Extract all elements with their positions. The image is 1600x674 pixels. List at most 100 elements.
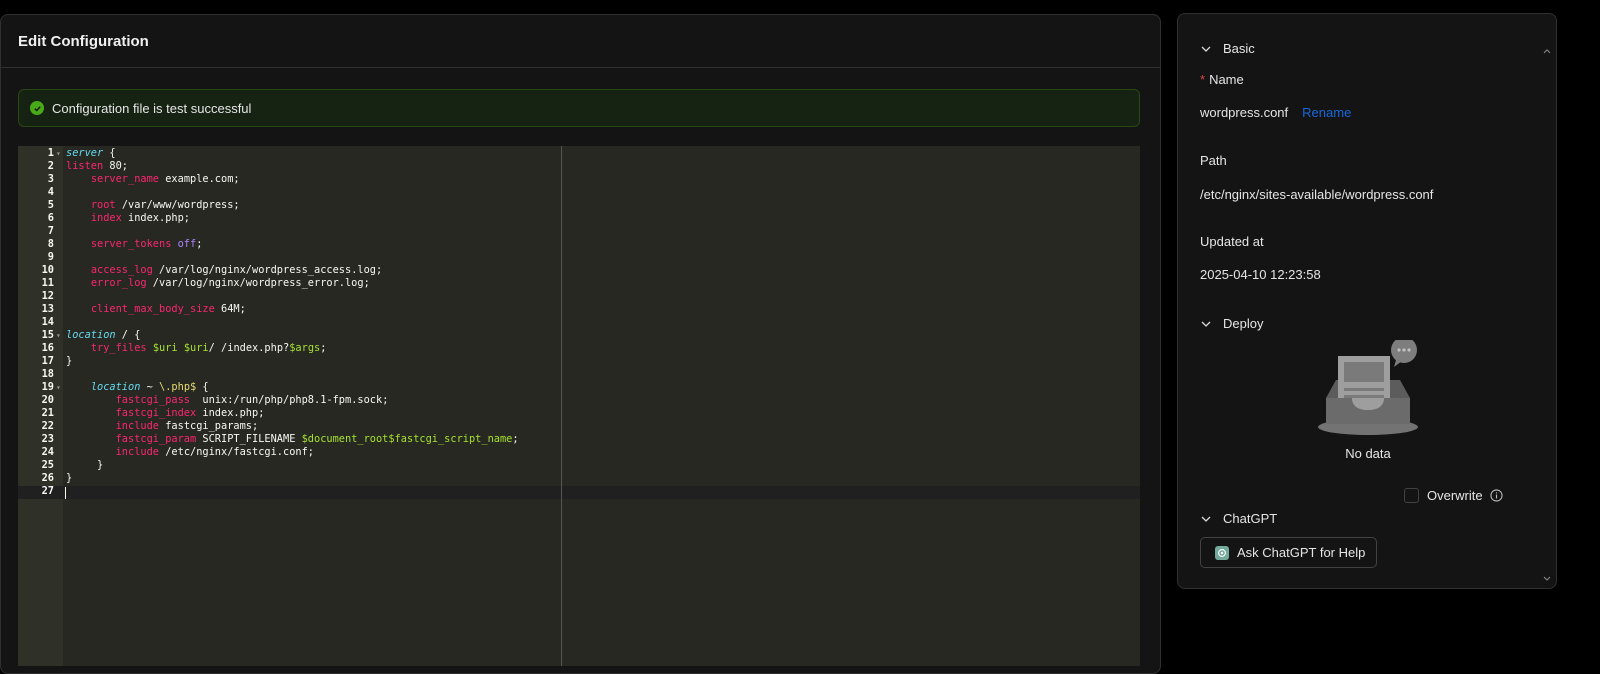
code-token: server_tokens (90, 238, 172, 250)
code-line: 1 ▾ server { (18, 147, 1140, 160)
chevron-down-icon (1201, 516, 1211, 522)
line-code: } (64, 459, 103, 472)
code-line: 27 (18, 485, 1140, 498)
code-token: ; (196, 238, 203, 250)
code-token: $args (289, 342, 321, 354)
scrollbar[interactable] (1542, 14, 1552, 588)
rename-link[interactable]: Rename (1302, 105, 1351, 120)
code-line: 8 server_tokens off; (18, 238, 1140, 251)
line-number: 9 (47, 251, 54, 263)
section-basic-header[interactable]: Basic (1200, 41, 1255, 56)
line-code: root /var/www/wordpress; (64, 199, 240, 212)
line-number: 12 (41, 290, 54, 302)
fold-toggle-icon[interactable]: ▾ (54, 329, 64, 342)
empty-state-text: No data (1345, 446, 1391, 461)
chevron-down-icon (1201, 321, 1211, 327)
line-code: fastcgi_param SCRIPT_FILENAME $document_… (64, 433, 519, 446)
code-line: 16 try_files $uri $uri/ /index.php?$args… (18, 342, 1140, 355)
code-line: 2 listen 80; (18, 160, 1140, 173)
code-line: 3 server_name example.com; (18, 173, 1140, 186)
code-line: 5 root /var/www/wordpress; (18, 199, 1140, 212)
code-token: \.php$ (159, 381, 197, 393)
fold-toggle-icon[interactable]: ▾ (54, 147, 64, 160)
line-code: location / { (64, 329, 140, 342)
line-number: 15 (41, 329, 54, 341)
line-number: 23 (41, 433, 54, 445)
code-lines: 1 ▾ server {2 listen 80; 3 server_name examp… (18, 147, 1140, 498)
path-label: Path (1200, 153, 1227, 168)
code-token: fastcgi_params; (159, 420, 259, 432)
line-code: include fastcgi_params; (64, 420, 259, 433)
code-token: $fastcgi_script_name (388, 433, 513, 445)
success-alert: Configuration file is test successful (18, 89, 1140, 127)
code-line: 22 include fastcgi_params; (18, 420, 1140, 433)
code-token: fastcgi_param (115, 433, 197, 445)
fold-toggle-icon[interactable]: ▾ (54, 381, 64, 394)
line-code: server_name example.com; (64, 173, 240, 186)
code-token: /etc/nginx/fastcgi.conf; (159, 446, 314, 458)
code-token: location (66, 329, 116, 341)
chatgpt-icon (1215, 545, 1229, 560)
line-number: 10 (41, 264, 54, 276)
code-token: $document_root (301, 433, 389, 445)
code-line: 26} (18, 472, 1140, 485)
section-chatgpt-header[interactable]: ChatGPT (1200, 511, 1277, 526)
chevron-down-icon (1201, 46, 1211, 52)
line-number: 6 (47, 212, 54, 224)
code-line: 20 fastcgi_pass unix:/run/php/php8.1-fpm… (18, 394, 1140, 407)
code-line: 19 ▾ location ~ \.php$ { (18, 381, 1140, 394)
code-token: location (90, 381, 141, 393)
name-label: * Name (1200, 72, 1244, 87)
code-line: 21 fastcgi_index index.php; (18, 407, 1140, 420)
line-code: include /etc/nginx/fastcgi.conf; (64, 446, 314, 459)
line-code: listen 80; (64, 160, 128, 173)
code-token: include (115, 420, 160, 432)
check-circle-icon (30, 101, 44, 115)
code-token: ; (512, 433, 519, 445)
line-number: 25 (41, 459, 54, 471)
code-editor[interactable]: 1 ▾ server {2 listen 80; 3 server_name examp… (18, 146, 1140, 666)
line-number: 11 (41, 277, 54, 289)
info-icon[interactable] (1490, 489, 1503, 502)
line-number: 27 (41, 485, 54, 497)
code-token: index.php; (121, 212, 191, 224)
code-token: fastcgi_pass (115, 394, 191, 406)
overwrite-checkbox[interactable] (1404, 488, 1419, 503)
code-line: 14 (18, 316, 1140, 329)
updated-at-value: 2025-04-10 12:23:58 (1200, 267, 1321, 282)
section-deploy-header[interactable]: Deploy (1200, 316, 1263, 331)
code-token: } (66, 459, 104, 471)
code-line: 15 ▾ location / { (18, 329, 1140, 342)
code-token: index.php; (196, 407, 265, 419)
code-token: { (103, 147, 116, 159)
info-sidebar: Basic * Name wordpress.conf Rename Path /e… (1177, 13, 1557, 589)
code-token: 64M; (214, 303, 246, 315)
code-token: unix:/run/php/php8.1-fpm.sock; (190, 394, 389, 406)
code-token: / /index.php? (208, 342, 290, 354)
code-token: root (90, 199, 116, 211)
line-code: } (64, 472, 72, 485)
overwrite-option[interactable]: Overwrite (1404, 488, 1503, 503)
code-line: 18 (18, 368, 1140, 381)
ask-chatgpt-button[interactable]: Ask ChatGPT for Help (1200, 537, 1377, 568)
